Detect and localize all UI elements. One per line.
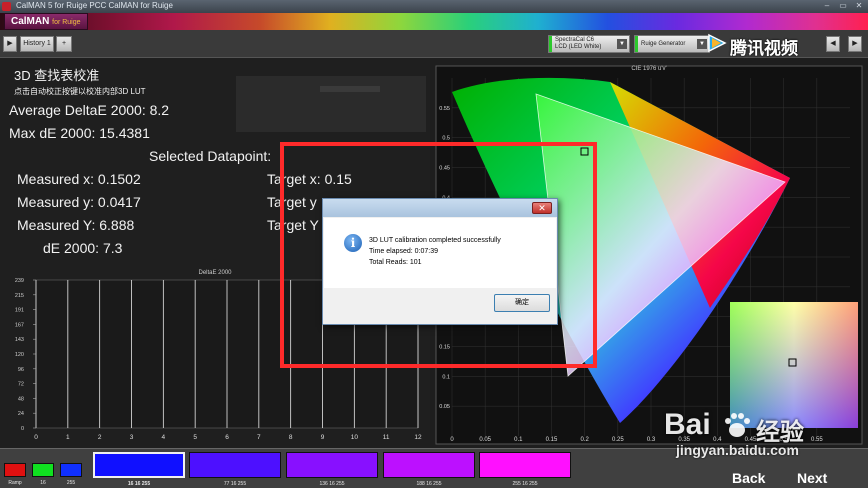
- source-dropdown[interactable]: SpectraCal C6 LCD (LED White) ▼: [548, 35, 630, 53]
- color-patch[interactable]: [383, 452, 475, 478]
- x-tick-label: 5: [193, 434, 197, 441]
- color-patch[interactable]: [479, 452, 571, 478]
- back-button[interactable]: Back: [732, 470, 765, 486]
- y-tick-label: 191: [15, 308, 24, 314]
- x-tick-label: 4: [162, 434, 166, 441]
- y-tick-label: 72: [18, 382, 24, 388]
- source-dropdown-line2: LCD (LED White): [555, 44, 602, 50]
- x-tick-label: 2: [98, 434, 102, 441]
- x-tick-label: 1: [66, 434, 70, 441]
- page-title: 3D 查找表校准: [14, 68, 100, 83]
- blank-panel: [236, 76, 426, 132]
- x-tick-label: 9: [321, 434, 325, 441]
- x-tick-label: 0.2: [580, 437, 589, 443]
- video-watermark: [706, 33, 728, 53]
- y-tick-label: 96: [18, 367, 24, 373]
- green-channel-swatch[interactable]: [32, 463, 54, 477]
- color-patch-label: 77 16 255: [223, 481, 247, 487]
- play-logo-icon: [708, 33, 727, 53]
- measured-y: Measured y: 0.0417: [17, 194, 141, 210]
- title-bar: CalMAN 5 for Ruige PCC CalMAN for Ruige …: [0, 0, 868, 13]
- y-tick-label: 143: [15, 337, 24, 343]
- x-tick-label: 0.25: [612, 437, 624, 443]
- rgb-min-label: 16: [40, 480, 46, 486]
- y-tick-label: 0.5: [442, 136, 450, 142]
- y-tick-label: 120: [15, 352, 24, 358]
- measured-big-y: Measured Y: 6.888: [17, 217, 135, 233]
- x-tick-label: 10: [351, 434, 359, 441]
- color-patch-label: 255 16 255: [512, 481, 538, 487]
- y-tick-label: 0: [21, 426, 24, 432]
- x-tick-label: 0.05: [479, 437, 491, 443]
- x-tick-label: 0.15: [546, 437, 558, 443]
- color-patch[interactable]: [286, 452, 378, 478]
- maximize-button[interactable]: ▭: [836, 1, 850, 11]
- x-tick-label: 3: [130, 434, 134, 441]
- minimize-button[interactable]: –: [820, 1, 834, 11]
- y-tick-label: 0.55: [439, 106, 450, 112]
- selected-datapoint-title: Selected Datapoint:: [149, 148, 272, 164]
- measured-x: Measured x: 0.1502: [17, 171, 141, 187]
- rgb-max-label: 255: [66, 480, 76, 486]
- x-tick-label: 0.55: [811, 437, 823, 443]
- next-button[interactable]: Next: [797, 470, 827, 486]
- color-patch-label: 16 16 255: [127, 481, 151, 487]
- y-tick-label: 0.1: [442, 374, 450, 380]
- window-title: CalMAN 5 for Ruige PCC CalMAN for Ruige: [16, 1, 173, 10]
- highlight-box: [280, 142, 597, 368]
- x-tick-label: 12: [414, 434, 422, 441]
- chart-title: CIE 1976 u'v': [631, 66, 666, 72]
- x-tick-label: 11: [383, 434, 390, 441]
- color-patch[interactable]: [189, 452, 281, 478]
- paw-icon: [722, 410, 752, 440]
- y-tick-label: 0.05: [439, 404, 450, 410]
- ramp-label: Ramp: [8, 480, 22, 486]
- y-tick-label: 48: [18, 396, 24, 402]
- add-tab-button[interactable]: +: [56, 36, 72, 52]
- panel-right-button[interactable]: ▶: [848, 36, 862, 52]
- instruction-text: 点击自动校正按键以校准内部3D LUT: [14, 87, 146, 96]
- y-tick-label: 239: [15, 278, 24, 284]
- video-watermark-text: 腾讯视频: [730, 39, 798, 58]
- brand-label: CalMAN: [11, 16, 50, 27]
- source-dropdown-line1: SpectraCal C6: [555, 37, 595, 43]
- average-delta-e: Average DeltaE 2000: 8.2: [9, 102, 170, 118]
- y-tick-label: 215: [15, 293, 24, 299]
- blue-channel-swatch[interactable]: [60, 463, 82, 477]
- blank-line: [320, 86, 380, 92]
- brand-menu-button[interactable]: CalMAN for Ruige: [4, 13, 88, 30]
- x-tick-label: 0.3: [647, 437, 656, 443]
- color-patch-label: 136 16 255: [319, 481, 345, 487]
- baidu-watermark-text: Bai: [664, 408, 711, 441]
- rainbow-strip: [0, 13, 868, 30]
- max-delta-e: Max dE 2000: 15.4381: [9, 125, 150, 141]
- generator-dropdown-label: Ruige Generator: [641, 41, 686, 47]
- chart-title: DeltaE 2000: [198, 270, 232, 276]
- y-tick-label: 167: [15, 322, 24, 328]
- close-window-button[interactable]: ✕: [852, 1, 866, 11]
- brand-sub-label: for Ruige: [52, 19, 81, 26]
- site-watermark-text: jingyan.baidu.com: [676, 442, 799, 458]
- color-patch-label: 188 16 255: [416, 481, 442, 487]
- x-tick-label: 7: [257, 434, 261, 441]
- tab-history-1[interactable]: History 1: [20, 36, 54, 52]
- color-patch[interactable]: [93, 452, 185, 478]
- x-tick-label: 0: [34, 434, 38, 441]
- x-tick-label: 6: [225, 434, 229, 441]
- panel-left-button[interactable]: ◀: [826, 36, 840, 52]
- generator-dropdown[interactable]: Ruige Generator ▼: [634, 35, 710, 53]
- x-tick-label: 0.1: [514, 437, 523, 443]
- red-channel-swatch[interactable]: [4, 463, 26, 477]
- chevron-down-icon: ▼: [617, 39, 627, 49]
- play-icon[interactable]: ▶: [3, 36, 17, 52]
- y-tick-label: 24: [18, 411, 24, 417]
- delta-e-value: dE 2000: 7.3: [43, 240, 123, 256]
- app-icon: [2, 2, 11, 11]
- x-tick-label: 8: [289, 434, 293, 441]
